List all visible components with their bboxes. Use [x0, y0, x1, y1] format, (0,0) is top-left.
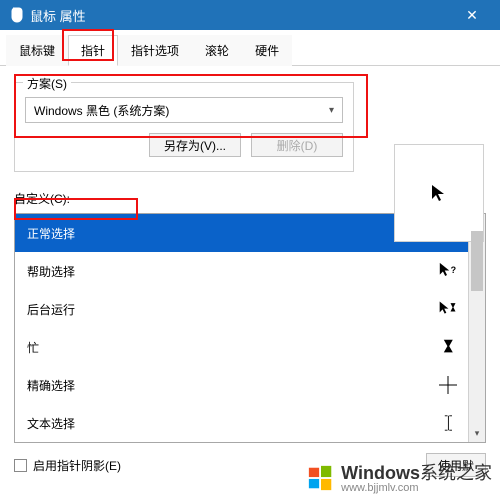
- tab-buttons[interactable]: 鼠标键: [6, 35, 68, 66]
- preview-pane: [394, 144, 484, 242]
- window-title: 鼠标 属性: [30, 6, 452, 25]
- item-label: 文本选择: [27, 415, 75, 432]
- arrow-wait-icon: [438, 300, 458, 318]
- scrollbar[interactable]: ▴ ▾: [468, 214, 485, 442]
- list-item[interactable]: 忙: [15, 328, 468, 366]
- item-label: 精确选择: [27, 377, 75, 394]
- item-label: 忙: [27, 339, 39, 356]
- wm-url: www.bjjmlv.com: [341, 483, 492, 495]
- item-label: 帮助选择: [27, 263, 75, 280]
- save-as-button[interactable]: 另存为(V)...: [149, 133, 241, 157]
- tab-pointers[interactable]: 指针: [68, 35, 118, 66]
- tab-bar: 鼠标键 指针 指针选项 滚轮 硬件: [0, 30, 500, 66]
- arrow-icon: [429, 183, 449, 203]
- shadow-label: 启用指针阴影(E): [33, 457, 121, 474]
- content: 方案(S) Windows 黑色 (系统方案) ▾ 另存为(V)... 删除(D…: [0, 66, 500, 477]
- scheme-dropdown[interactable]: Windows 黑色 (系统方案) ▾: [25, 97, 343, 123]
- titlebar: 鼠标 属性 ✕: [0, 0, 500, 30]
- delete-button: 删除(D): [251, 133, 343, 157]
- scroll-thumb[interactable]: [471, 231, 483, 291]
- ibeam-icon: [438, 414, 458, 432]
- tab-wheel[interactable]: 滚轮: [192, 35, 242, 66]
- item-label: 后台运行: [27, 301, 75, 318]
- scheme-buttons: 另存为(V)... 删除(D): [25, 133, 343, 157]
- list-item[interactable]: 帮助选择 ?: [15, 252, 468, 290]
- list-item[interactable]: 精确选择: [15, 366, 468, 404]
- svg-text:?: ?: [451, 265, 457, 275]
- scroll-down-icon[interactable]: ▾: [469, 425, 485, 442]
- list-items: 正常选择 帮助选择 ? 后台运行 忙 精确选择 文本选择: [15, 214, 468, 442]
- scroll-track[interactable]: [469, 231, 485, 425]
- close-icon[interactable]: ✕: [452, 7, 492, 24]
- mouse-icon: [8, 7, 24, 23]
- list-item[interactable]: 后台运行: [15, 290, 468, 328]
- shadow-checkbox[interactable]: [14, 459, 27, 472]
- chevron-down-icon: ▾: [329, 105, 334, 116]
- crosshair-icon: [438, 376, 458, 394]
- arrow-help-icon: ?: [438, 262, 458, 280]
- hourglass-icon: [438, 338, 458, 356]
- list-item[interactable]: 文本选择: [15, 404, 468, 442]
- bottom-row: 启用指针阴影(E) 使用默: [14, 453, 486, 477]
- scheme-group: 方案(S) Windows 黑色 (系统方案) ▾ 另存为(V)... 删除(D…: [14, 82, 354, 172]
- scheme-label: 方案(S): [23, 75, 71, 92]
- tab-pointer-options[interactable]: 指针选项: [118, 35, 192, 66]
- item-label: 正常选择: [27, 225, 75, 242]
- scheme-value: Windows 黑色 (系统方案): [34, 102, 169, 119]
- tab-hardware[interactable]: 硬件: [242, 35, 292, 66]
- use-default-button[interactable]: 使用默: [426, 453, 486, 477]
- cursor-list: 正常选择 帮助选择 ? 后台运行 忙 精确选择 文本选择: [14, 213, 486, 443]
